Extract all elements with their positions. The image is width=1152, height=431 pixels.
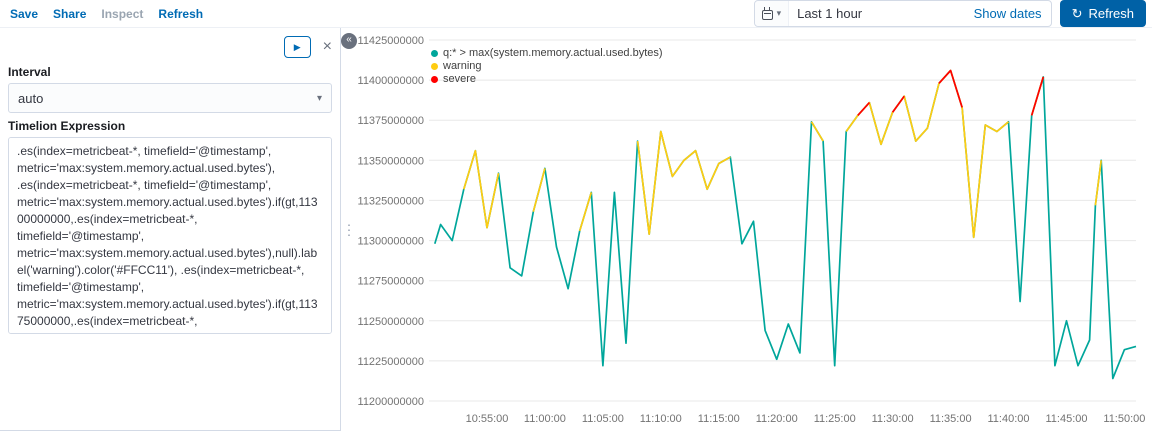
svg-text:11300000000: 11300000000 (358, 236, 424, 248)
super-date-picker: ▾ Last 1 hour Show dates (753, 0, 1052, 27)
svg-text:11:05:00: 11:05:00 (582, 413, 624, 425)
svg-text:11:30:00: 11:30:00 (872, 413, 914, 425)
calendar-icon (761, 7, 773, 20)
svg-text:11425000000: 11425000000 (358, 35, 424, 47)
svg-text:11200000000: 11200000000 (358, 396, 424, 408)
legend-label-warning: warning (443, 60, 482, 72)
timelion-expression-input[interactable]: .es(index=metricbeat-*, timefield='@time… (8, 137, 332, 334)
legend-label-series: q:* > max(system.memory.actual.used.byte… (443, 47, 663, 59)
svg-text:11:20:00: 11:20:00 (756, 413, 798, 425)
editor-toolbar: ▶ × (8, 35, 332, 59)
time-range-value[interactable]: Last 1 hour (789, 6, 965, 21)
svg-text:11225000000: 11225000000 (358, 356, 424, 368)
main-content: ▶ × Interval auto ▾ Timelion Expression … (0, 28, 1152, 431)
legend-label-severe: severe (443, 73, 477, 85)
legend-item-series[interactable]: q:* > max(system.memory.actual.used.byte… (431, 47, 663, 59)
refresh-link[interactable]: Refresh (158, 7, 203, 21)
series-color-dot (431, 49, 438, 57)
svg-text:11275000000: 11275000000 (358, 276, 424, 288)
svg-text:11:10:00: 11:10:00 (640, 413, 682, 425)
collapse-icon: « (346, 34, 352, 45)
time-controls: ▾ Last 1 hour Show dates ↻ Refresh (753, 0, 1146, 27)
svg-text:11250000000: 11250000000 (358, 316, 424, 328)
chevron-down-icon: ▾ (316, 92, 322, 104)
app-nav-links: Save Share Inspect Refresh (10, 7, 203, 21)
refresh-button[interactable]: ↻ Refresh (1059, 0, 1146, 27)
svg-text:11:35:00: 11:35:00 (930, 413, 972, 425)
svg-text:11:00:00: 11:00:00 (524, 413, 566, 425)
interval-selected-value: auto (18, 90, 44, 106)
panel-resizer: « ⋮ (341, 28, 357, 431)
play-icon: ▶ (293, 41, 301, 52)
resizer-handle[interactable]: ⋮ (342, 221, 356, 238)
svg-text:10:55:00: 10:55:00 (466, 413, 509, 425)
svg-text:11:40:00: 11:40:00 (987, 413, 1029, 425)
expression-label: Timelion Expression (8, 119, 126, 133)
date-quick-select-button[interactable]: ▾ (754, 1, 790, 26)
top-bar: Save Share Inspect Refresh ▾ Last 1 hour… (0, 0, 1152, 28)
chart-area: q:* > max(system.memory.actual.used.byte… (357, 28, 1152, 431)
save-link[interactable]: Save (10, 7, 38, 21)
share-link[interactable]: Share (53, 7, 86, 21)
svg-text:11400000000: 11400000000 (358, 75, 424, 87)
timelion-editor-panel: ▶ × Interval auto ▾ Timelion Expression … (0, 28, 341, 431)
collapse-panel-button[interactable]: « (341, 33, 357, 49)
severe-color-dot (431, 75, 438, 83)
interval-label: Interval (8, 65, 51, 79)
run-expression-button[interactable]: ▶ (283, 36, 311, 58)
svg-text:11350000000: 11350000000 (358, 155, 424, 167)
svg-text:11:45:00: 11:45:00 (1045, 413, 1087, 425)
inspect-link[interactable]: Inspect (101, 7, 143, 21)
close-icon[interactable]: × (323, 39, 332, 55)
svg-text:11:50:00: 11:50:00 (1103, 413, 1145, 425)
refresh-button-label: Refresh (1088, 6, 1134, 21)
svg-text:11:25:00: 11:25:00 (814, 413, 856, 425)
chart-legend: q:* > max(system.memory.actual.used.byte… (431, 47, 663, 86)
timelion-chart[interactable]: 11200000000 11225000000 11250000000 1127500… (357, 28, 1152, 431)
svg-text:11:15:00: 11:15:00 (698, 413, 740, 425)
svg-text:11375000000: 11375000000 (358, 115, 424, 127)
warning-color-dot (431, 62, 438, 70)
refresh-icon: ↻ (1071, 6, 1083, 21)
legend-item-severe[interactable]: severe (431, 73, 663, 85)
interval-select[interactable]: auto ▾ (8, 83, 332, 113)
legend-item-warning[interactable]: warning (431, 60, 663, 72)
caret-down-icon: ▾ (776, 8, 782, 18)
svg-text:11325000000: 11325000000 (358, 195, 424, 207)
show-dates-button[interactable]: Show dates (965, 6, 1051, 21)
